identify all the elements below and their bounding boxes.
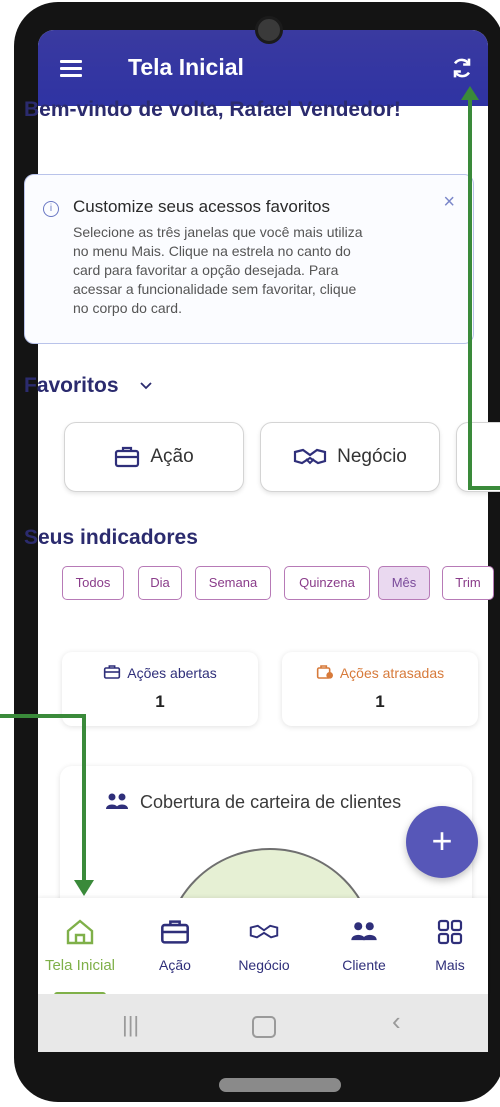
stat-label-text: Ações abertas — [127, 665, 217, 681]
info-icon: i — [43, 201, 59, 217]
annotation-line — [82, 714, 86, 884]
stat-label: Ações abertas — [62, 664, 258, 681]
nav-acao[interactable]: Ação — [133, 918, 217, 973]
nav-tela-inicial[interactable]: Tela Inicial — [38, 918, 122, 974]
favorite-label-acao: Ação — [150, 446, 194, 467]
nav-label: Negócio — [238, 957, 290, 973]
stat-card-acoes-atrasadas[interactable]: Ações atrasadas 1 — [282, 652, 478, 726]
grid-icon — [437, 919, 463, 945]
handshake-icon — [294, 448, 327, 465]
stat-value: 1 — [155, 692, 165, 711]
filter-quinzena[interactable]: Quinzena — [284, 566, 370, 600]
favorites-header[interactable]: Favoritos — [24, 374, 119, 398]
home-icon — [66, 919, 94, 945]
system-nav-bar: ||| ‹ — [38, 994, 488, 1052]
info-card-text: Selecione as três janelas que você mais … — [73, 224, 363, 316]
annotation-line — [0, 714, 86, 718]
favorite-card-partial[interactable] — [456, 422, 500, 492]
stat-label: Ações atrasadas — [282, 664, 478, 681]
handshake-icon — [249, 924, 279, 939]
briefcase-icon — [104, 665, 121, 679]
app-title: Tela Inicial — [128, 54, 244, 80]
clients-icon — [351, 922, 377, 941]
recent-apps-icon[interactable]: ||| — [122, 1012, 139, 1038]
back-icon[interactable]: ‹ — [392, 1006, 401, 1037]
annotation-arrowhead-icon — [461, 86, 479, 100]
device-bottom-bar — [219, 1078, 341, 1092]
chevron-down-icon[interactable] — [138, 378, 154, 394]
favorite-card-acao[interactable]: Ação — [64, 422, 244, 492]
filter-semana[interactable]: Semana — [195, 566, 271, 600]
filter-trim[interactable]: Trim — [442, 566, 494, 600]
info-card-title: Customize seus acessos favoritos — [73, 197, 330, 216]
nav-label: Mais — [435, 957, 465, 973]
annotation-line — [468, 96, 472, 490]
nav-negocio[interactable]: Negócio — [222, 918, 306, 973]
refresh-icon[interactable] — [448, 54, 476, 82]
camera-icon — [255, 16, 283, 44]
nav-label: Ação — [159, 957, 191, 973]
stat-label-text: Ações atrasadas — [339, 665, 445, 681]
nav-cliente[interactable]: Cliente — [322, 918, 406, 973]
home-button-icon[interactable] — [252, 1016, 276, 1038]
bottom-nav: Tela Inicial Ação Negócio Cliente Mais — [38, 898, 488, 998]
nav-label: Tela Inicial — [44, 957, 116, 974]
indicators-title: Seus indicadores — [24, 526, 198, 549]
welcome-heading: Bem-vindo de volta, Rafael Vendedor! — [24, 98, 401, 121]
favorite-label-negocio: Negócio — [337, 446, 407, 467]
menu-icon[interactable] — [60, 60, 82, 77]
close-icon[interactable]: × — [443, 191, 455, 214]
info-card: i Customize seus acessos favoritos × Sel… — [24, 174, 474, 344]
coverage-title: Cobertura de carteira de clientes — [140, 792, 402, 812]
filter-todos[interactable]: Todos — [62, 566, 124, 600]
nav-label: Cliente — [342, 957, 386, 973]
annotation-arrowhead-icon — [74, 880, 94, 896]
stat-value: 1 — [375, 692, 385, 711]
favorite-card-negocio[interactable]: Negócio — [260, 422, 440, 492]
clients-icon — [106, 793, 128, 809]
add-fab-button[interactable]: + — [406, 806, 478, 878]
nav-mais[interactable]: Mais — [408, 918, 492, 973]
briefcase-icon — [115, 446, 140, 468]
briefcase-clock-icon — [316, 665, 333, 679]
annotation-line — [468, 486, 500, 490]
briefcase-icon — [161, 920, 189, 944]
stat-card-acoes-abertas[interactable]: Ações abertas 1 — [62, 652, 258, 726]
filter-mes[interactable]: Mês — [378, 566, 430, 600]
filter-dia[interactable]: Dia — [138, 566, 182, 600]
